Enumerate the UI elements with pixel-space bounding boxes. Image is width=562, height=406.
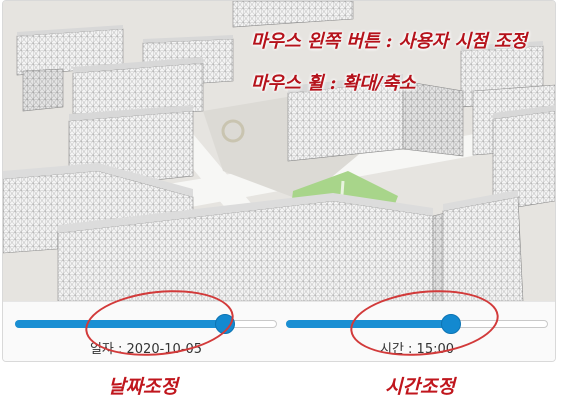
- time-adjust-callout: 시간조정: [385, 376, 455, 398]
- wheel-zoom-hint: 마우스 휠 : 확대/축소: [251, 73, 416, 94]
- date-adjust-callout: 날짜조정: [108, 376, 178, 398]
- map-3d-view[interactable]: 마우스 왼쪽 버튼 : 사용자 시점 조정 마우스 휠 : 확대/축소: [3, 1, 555, 301]
- left-button-hint: 마우스 왼쪽 버튼 : 사용자 시점 조정: [251, 31, 528, 52]
- front-right-building: [442, 190, 524, 301]
